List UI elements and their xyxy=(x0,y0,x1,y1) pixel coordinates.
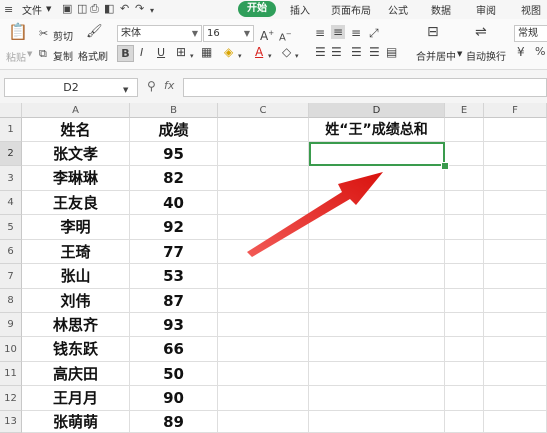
arrow-annotation xyxy=(247,172,383,257)
red-arrow-icon xyxy=(247,172,383,257)
